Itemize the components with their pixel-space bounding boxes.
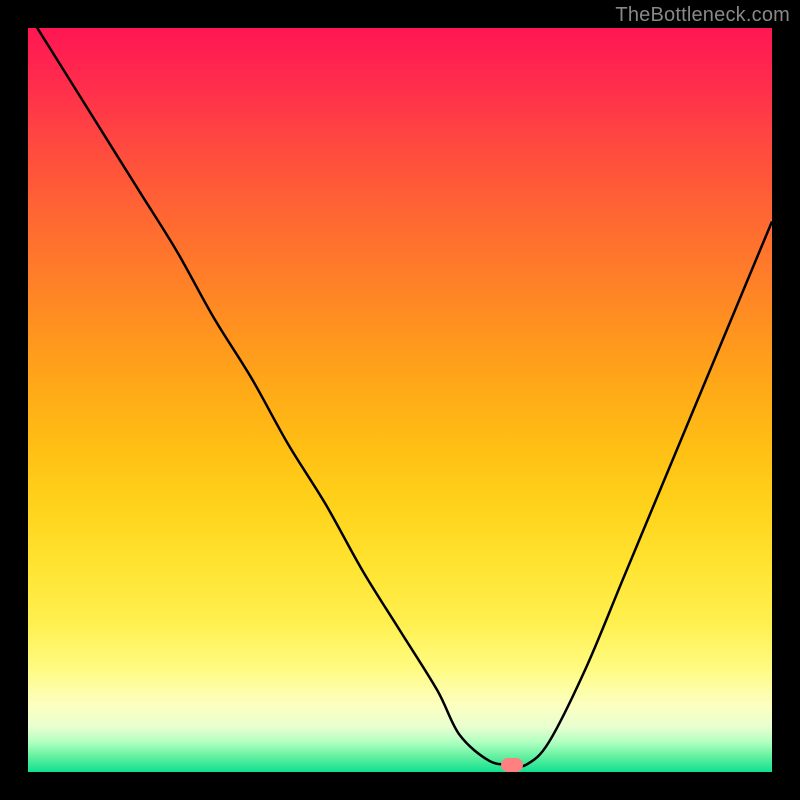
watermark-text: TheBottleneck.com [615,4,790,27]
plot-area [28,28,772,772]
optimal-marker [501,758,523,772]
bottleneck-curve-path [28,28,772,766]
curve-svg [28,28,772,772]
bottleneck-chart: TheBottleneck.com [0,0,800,800]
